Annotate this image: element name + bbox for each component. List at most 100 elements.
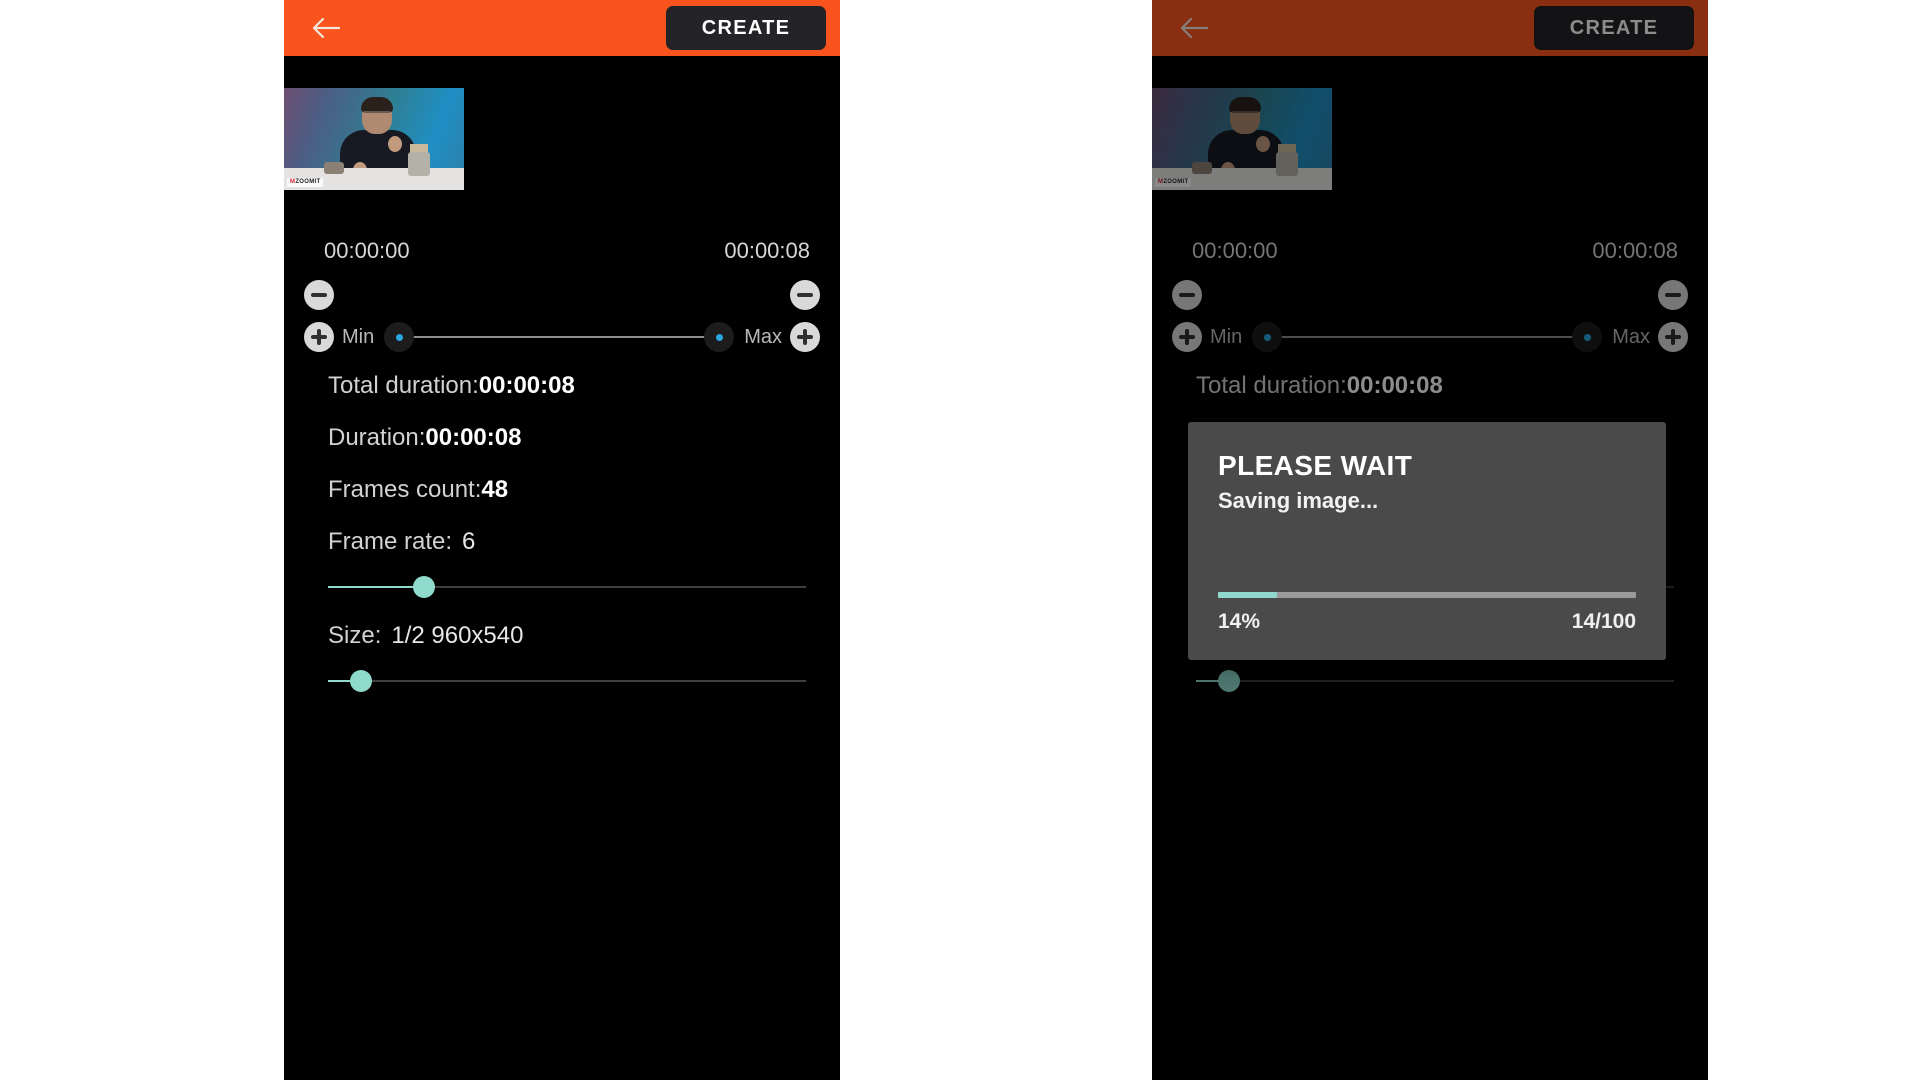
size-slider <box>1196 670 1674 692</box>
frame-rate-slider <box>1196 576 1674 598</box>
minus-circle-icon-right <box>1658 280 1688 310</box>
minus-circle-icon-right[interactable] <box>790 280 820 310</box>
thumbnail-person-glasses <box>364 111 390 118</box>
create-button[interactable]: CREATE <box>666 6 826 50</box>
total-duration-label: Total duration: <box>1196 372 1347 399</box>
frames-count-value: 48 <box>1349 476 1377 503</box>
total-duration-label: Total duration: <box>328 372 479 399</box>
total-duration-row: Total duration:00:00:08 <box>1196 372 1708 400</box>
size-label: Size: <box>328 622 382 649</box>
size-label: Size: <box>1196 622 1250 649</box>
thumbnail-object-b <box>408 152 430 176</box>
range-slider[interactable] <box>384 322 735 352</box>
end-time-label: 00:00:08 <box>1592 238 1678 263</box>
range-slider-row: Min Max <box>342 322 782 352</box>
range-controls: Min Max <box>304 280 820 354</box>
range-slider-handle-min <box>1252 322 1283 352</box>
frames-count-row: Frames count:48 <box>328 476 840 504</box>
duration-value: 00:00:08 <box>1293 424 1390 451</box>
phone-screen-left: CREATE MZOOMIT 00:00:00 00:00:08 Min Max… <box>284 0 840 1080</box>
max-label: Max <box>1612 325 1650 348</box>
minus-bar <box>1665 293 1681 297</box>
thumbnail-hand-right <box>388 136 402 152</box>
minus-bar <box>1179 293 1195 297</box>
thumbnail-object-b <box>1276 152 1298 176</box>
video-thumbnail[interactable]: MZOOMIT <box>284 88 464 190</box>
frame-rate-slider-handle <box>1280 576 1303 598</box>
minus-circle-icon-left <box>1172 280 1202 310</box>
end-time-label: 00:00:08 <box>724 238 810 263</box>
thumbnail-person-hair <box>361 97 393 112</box>
frame-rate-value: 6 <box>1330 528 1344 555</box>
size-slider-track <box>328 680 806 682</box>
range-slider-row: Min Max <box>1210 322 1650 352</box>
app-bar: CREATE <box>1152 0 1708 56</box>
thumbnail-hand-right <box>1256 136 1270 152</box>
thumbnail-person-glasses <box>1232 111 1258 118</box>
duration-row: Duration:00:00:08 <box>328 424 840 452</box>
time-range-labels: 00:00:00 00:00:08 <box>324 238 810 264</box>
thumbnail-object-a <box>324 162 344 174</box>
create-button: CREATE <box>1534 6 1694 50</box>
range-slider-handle-max <box>1572 322 1603 352</box>
thumbnail-watermark: MZOOMIT <box>287 178 324 187</box>
size-value: 1/2 960x540 <box>1259 622 1392 649</box>
duration-label: Duration: <box>328 424 426 451</box>
size-row: Size: 1/2 960x540 <box>328 622 840 650</box>
size-value: 1/2 960x540 <box>391 622 524 649</box>
video-preview-container: MZOOMIT <box>284 88 840 190</box>
start-time-label: 00:00:00 <box>324 238 410 263</box>
range-controls: Min Max <box>1172 280 1688 354</box>
start-time-label: 00:00:00 <box>1192 238 1278 263</box>
frame-rate-label: Frame rate: <box>328 528 453 555</box>
frames-count-label: Frames count: <box>1196 476 1350 503</box>
size-row: Size: 1/2 960x540 <box>1196 622 1708 650</box>
minus-circle-icon-left[interactable] <box>304 280 334 310</box>
plus-circle-icon-left[interactable] <box>304 322 334 352</box>
thumbnail-object-a <box>1192 162 1212 174</box>
plus-circle-icon-right[interactable] <box>790 322 820 352</box>
frame-rate-row: Frame rate: 6 <box>1196 528 1708 556</box>
max-label: Max <box>744 325 782 348</box>
frame-rate-slider-fill <box>328 586 424 588</box>
total-duration-row: Total duration:00:00:08 <box>328 372 840 400</box>
app-bar: CREATE <box>284 0 840 56</box>
thumbnail-watermark: MZOOMIT <box>1155 178 1192 187</box>
duration-value: 00:00:08 <box>425 424 522 451</box>
frames-count-row: Frames count:48 <box>1196 476 1708 504</box>
frame-rate-label: Frame rate: <box>1196 528 1321 555</box>
range-slider-track <box>1260 336 1595 338</box>
plus-bar-vertical <box>317 329 321 345</box>
size-slider-track <box>1196 680 1674 682</box>
size-slider[interactable] <box>328 670 806 692</box>
plus-circle-icon-left <box>1172 322 1202 352</box>
frame-rate-slider-fill <box>1196 586 1292 588</box>
frames-count-value: 48 <box>481 476 509 503</box>
duration-label: Duration: <box>1196 424 1294 451</box>
total-duration-value: 00:00:08 <box>1346 372 1443 399</box>
plus-bar-vertical <box>1185 329 1189 345</box>
size-slider-handle <box>1218 670 1241 692</box>
frame-rate-value: 6 <box>462 528 476 555</box>
arrow-left-icon[interactable] <box>1174 8 1214 48</box>
frame-rate-slider-handle[interactable] <box>412 576 435 598</box>
panel-content: MZOOMIT 00:00:00 00:00:08 Min Max Total … <box>1152 88 1708 692</box>
time-range-labels: 00:00:00 00:00:08 <box>1192 238 1678 264</box>
thumbnail-person-hair <box>1229 97 1261 112</box>
screenshot-stage: CREATE MZOOMIT 00:00:00 00:00:08 Min Max… <box>0 0 1920 1080</box>
minus-bar <box>311 293 327 297</box>
frame-rate-row: Frame rate: 6 <box>328 528 840 556</box>
panel-content: MZOOMIT 00:00:00 00:00:08 Min Max Total … <box>284 88 840 692</box>
arrow-left-icon[interactable] <box>306 8 346 48</box>
duration-row: Duration:00:00:08 <box>1196 424 1708 452</box>
minus-bar <box>797 293 813 297</box>
range-slider-handle-max[interactable] <box>704 322 735 352</box>
watermark-text: ZOOMIT <box>295 179 321 185</box>
total-duration-value: 00:00:08 <box>478 372 575 399</box>
range-slider-track <box>392 336 727 338</box>
size-slider-handle[interactable] <box>350 670 373 692</box>
plus-circle-icon-right <box>1658 322 1688 352</box>
range-slider-handle-min[interactable] <box>384 322 415 352</box>
frame-rate-slider[interactable] <box>328 576 806 598</box>
plus-bar-vertical <box>1671 329 1675 345</box>
